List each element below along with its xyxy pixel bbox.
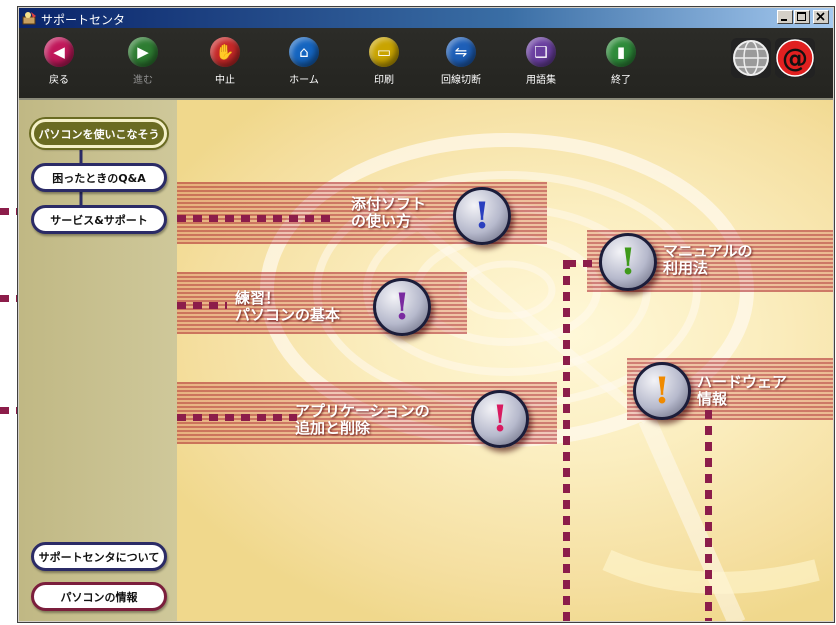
topic-pc-basics-exclamation-icon: ! — [373, 278, 431, 336]
sidebar: パソコンを使いこなそう 困ったときのQ&A サービス&サポート サポートセンタに… — [19, 100, 178, 621]
exit-door-icon: ▮ — [606, 37, 636, 67]
exit-button[interactable]: ▮ 終了 — [595, 37, 647, 92]
window-controls — [776, 10, 829, 24]
sidebar-item-qa[interactable]: 困ったときのQ&A — [31, 163, 167, 192]
topic-pc-basics-label: 練習！ パソコンの基本 — [235, 289, 341, 324]
leader-dots-2 — [177, 302, 227, 309]
leader-dots-2-outside — [0, 295, 18, 302]
topic-manual-usage-exclamation-icon: ! — [599, 233, 657, 291]
disconnect-button-label: 回線切断 — [441, 75, 481, 86]
forward-arrow-icon: ▶ — [128, 37, 158, 67]
home-icon: ⌂ — [289, 37, 319, 67]
stop-button[interactable]: ✋ 中止 — [199, 37, 251, 92]
leader-dots-3-outside — [0, 407, 18, 414]
glossary-button[interactable]: ❑ 用語集 — [515, 37, 567, 92]
menu-stage: 添付ソフト の使い方 ! 練習！ パソコンの基本 ! アプリケーションの 追加と削除 — [177, 100, 833, 621]
leader-dots-1 — [177, 215, 337, 222]
close-icon — [816, 12, 825, 21]
leader-dots-3 — [177, 414, 297, 421]
maximize-button[interactable] — [794, 10, 810, 24]
sidebar-item-service-support[interactable]: サービス&サポート — [31, 205, 167, 234]
home-button-label: ホーム — [289, 75, 319, 86]
sidebar-item-use-pc[interactable]: パソコンを使いこなそう — [31, 119, 167, 148]
title-bar: サポートセンタ — [19, 8, 833, 28]
toolbar: ◀ 戻る ▶ 進む ✋ 中止 ⌂ ホーム ▭ 印刷 ⇋ 回線切断 ❑ 用語集 ▮ — [19, 28, 833, 100]
window-title: サポートセンタ — [41, 13, 126, 27]
leader-dots-4 — [567, 260, 603, 267]
glossary-book-icon: ❑ — [526, 37, 556, 67]
topic-bundled-software-label: 添付ソフト の使い方 — [351, 195, 427, 230]
minimize-button[interactable] — [777, 10, 793, 24]
topic-add-remove-apps-label: アプリケーションの 追加と削除 — [295, 402, 430, 437]
stop-button-label: 中止 — [215, 75, 235, 86]
home-button[interactable]: ⌂ ホーム — [278, 37, 330, 92]
maximize-icon — [797, 12, 806, 21]
forward-button-label: 進む — [133, 75, 153, 86]
support-center-window: サポートセンタ ◀ 戻る ▶ 進む ✋ 中止 ⌂ ホーム ▭ 印刷 ⇋ 回線切断… — [17, 6, 835, 623]
minimize-icon — [781, 19, 787, 21]
glossary-button-label: 用語集 — [526, 75, 556, 86]
disconnect-button[interactable]: ⇋ 回線切断 — [435, 37, 487, 92]
leader-dots-4-vertical — [563, 260, 570, 621]
content-area: パソコンを使いこなそう 困ったときのQ&A サービス&サポート サポートセンタに… — [19, 100, 833, 621]
topic-bundled-software-exclamation-icon: ! — [453, 187, 511, 245]
topic-manual-usage-label: マニュアルの 利用法 — [663, 242, 753, 277]
topic-hardware-info-label: ハードウェア 情報 — [697, 373, 788, 408]
forward-button[interactable]: ▶ 進む — [117, 37, 169, 92]
print-button-label: 印刷 — [374, 75, 394, 86]
email-button[interactable]: @ — [775, 38, 815, 78]
print-button[interactable]: ▭ 印刷 — [358, 37, 410, 92]
leader-dots-5-vertical — [705, 410, 712, 621]
back-button[interactable]: ◀ 戻る — [33, 37, 85, 92]
topic-add-remove-apps-exclamation-icon: ! — [471, 390, 529, 448]
app-icon — [22, 12, 36, 25]
sidebar-item-pc-info[interactable]: パソコンの情報 — [31, 582, 167, 611]
internet-globe-button[interactable] — [731, 38, 771, 78]
globe-icon — [733, 40, 769, 76]
close-button[interactable] — [813, 10, 829, 24]
stop-hand-icon: ✋ — [210, 37, 240, 67]
sidebar-item-about-support-center[interactable]: サポートセンタについて — [31, 542, 167, 571]
exit-button-label: 終了 — [611, 75, 631, 86]
disconnect-icon: ⇋ — [446, 37, 476, 67]
leader-dots-1-outside — [0, 208, 18, 215]
svg-text:@: @ — [782, 44, 808, 74]
topic-hardware-info-exclamation-icon: ! — [633, 362, 691, 420]
at-sign-icon: @ — [776, 39, 814, 77]
back-button-label: 戻る — [49, 75, 69, 86]
back-arrow-icon: ◀ — [44, 37, 74, 67]
printer-icon: ▭ — [369, 37, 399, 67]
